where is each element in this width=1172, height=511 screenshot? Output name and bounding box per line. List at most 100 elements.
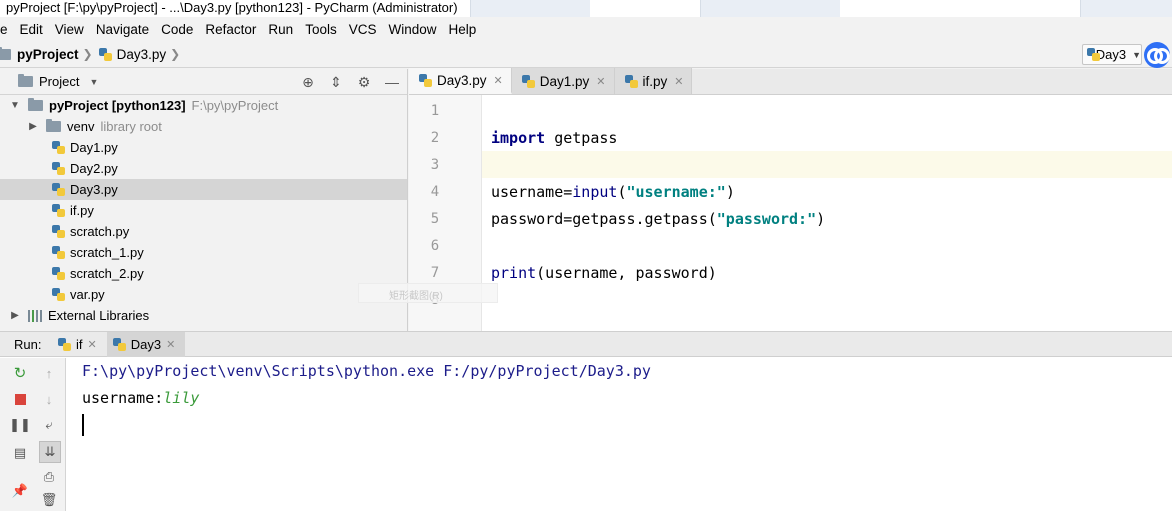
code-text: (username, password)	[536, 264, 717, 282]
close-icon[interactable]: ✕	[88, 338, 97, 351]
run-tab-day3[interactable]: Day3 ✕	[106, 331, 186, 357]
project-tree: ▼ pyProject [python123] F:\py\pyProject …	[0, 95, 407, 326]
close-icon[interactable]: ✕	[674, 75, 683, 88]
python-file-icon	[52, 246, 65, 259]
file-name: Day1.py	[70, 140, 118, 155]
line-number: 3	[430, 157, 440, 173]
root-path: F:\py\pyProject	[191, 98, 279, 113]
breadcrumb-file[interactable]: Day3.py	[117, 47, 167, 62]
chevron-right-icon: ❯	[170, 47, 181, 61]
python-file-icon	[419, 73, 432, 87]
run-configuration-name: Day3	[1095, 47, 1127, 62]
file-name: scratch_2.py	[70, 266, 144, 281]
menu-refactor[interactable]: Refactor	[200, 22, 263, 37]
breadcrumb-project[interactable]: pyProject	[17, 47, 79, 62]
print-icon[interactable]: ⎙	[41, 469, 57, 485]
tree-file-selected[interactable]: Day3.py	[0, 179, 407, 200]
gear-icon[interactable]: ⚙	[355, 73, 373, 91]
tree-root[interactable]: ▼ pyProject [python123] F:\py\pyProject	[0, 95, 407, 116]
tab-day1[interactable]: Day1.py ✕	[511, 68, 615, 94]
tree-file[interactable]: scratch_1.py	[0, 242, 407, 263]
chevron-right-icon[interactable]: ▶	[8, 310, 22, 321]
tab-if[interactable]: if.py ✕	[614, 68, 693, 94]
code-area[interactable]: 1 2 3 4 5 6 7 8 import getpass username=…	[409, 95, 1172, 331]
menu-bar: le Edit View Navigate Code Refactor Run …	[0, 17, 1172, 41]
rerun-icon[interactable]: ↻	[12, 365, 28, 382]
trash-icon[interactable]: 🗑	[41, 492, 58, 508]
arrow-down-icon[interactable]: ↓	[41, 391, 57, 407]
code-text: )	[725, 183, 735, 201]
run-configuration-select[interactable]: Day3 ▼	[1082, 44, 1142, 65]
dropdown-arrow-icon[interactable]: ▼	[89, 77, 98, 87]
python-file-icon	[112, 337, 126, 351]
menu-code[interactable]: Code	[156, 22, 200, 37]
close-icon[interactable]: ✕	[596, 75, 605, 88]
tree-file[interactable]: scratch_2.py	[0, 263, 407, 284]
line-number: 4	[430, 184, 440, 200]
console-output[interactable]: F:\py\pyProject\venv\Scripts\python.exe …	[82, 358, 651, 436]
editor-panel: Day3.py ✕ Day1.py ✕ if.py ✕ 1 2 3 4 5 6 …	[409, 68, 1172, 331]
pin-icon[interactable]: 📌	[12, 483, 28, 499]
stop-icon[interactable]	[12, 391, 28, 407]
project-panel-title[interactable]: Project	[39, 74, 79, 89]
python-file-icon	[52, 183, 65, 196]
tab-day3[interactable]: Day3.py ✕	[409, 68, 512, 94]
python-file-icon	[521, 74, 535, 88]
menu-help[interactable]: Help	[443, 22, 483, 37]
string-literal: "username:"	[626, 183, 726, 201]
run-tab-if[interactable]: if ✕	[52, 332, 107, 357]
tab-label: if.py	[642, 73, 668, 89]
locate-icon[interactable]: ⊕	[299, 73, 317, 91]
arrow-up-icon[interactable]: ↑	[41, 365, 57, 381]
code-text: getpass	[545, 129, 618, 147]
menu-file[interactable]: le	[0, 22, 15, 37]
library-icon	[28, 309, 42, 322]
menu-navigate[interactable]: Navigate	[91, 22, 156, 37]
console-command: F:\py\pyProject\venv\Scripts\python.exe …	[82, 362, 651, 380]
cloud-icon[interactable]	[1144, 42, 1170, 68]
menu-window[interactable]: Window	[383, 22, 443, 37]
tree-item-venv[interactable]: ▶ venv library root	[0, 116, 407, 137]
tree-file[interactable]: Day2.py	[0, 158, 407, 179]
python-file-icon	[52, 225, 65, 238]
file-name: Day2.py	[70, 161, 118, 176]
code-line-5: password=getpass.getpass("password:")	[491, 210, 825, 228]
string-literal: "password:"	[716, 210, 817, 228]
venv-note: library root	[100, 119, 162, 134]
tree-file[interactable]: scratch.py	[0, 221, 407, 242]
console-prompt: username:	[82, 389, 164, 407]
code-line-7: print(username, password)	[491, 264, 717, 282]
code-text: username=	[491, 183, 573, 201]
close-icon[interactable]: ✕	[166, 338, 175, 351]
menu-tools[interactable]: Tools	[300, 22, 344, 37]
scroll-to-end-icon[interactable]: ⇊	[39, 441, 61, 463]
soft-wrap-icon[interactable]: ⤶	[41, 417, 57, 433]
tab-label: Day3.py	[437, 72, 487, 88]
navigation-bar: pyProject ❯ Day3.py ❯ Day3 ▼	[0, 41, 1172, 68]
python-file-icon	[52, 288, 65, 301]
window-title: pyProject [F:\py\pyProject] - ...\Day3.p…	[6, 0, 458, 15]
menu-vcs[interactable]: VCS	[344, 22, 384, 37]
tree-file[interactable]: var.py	[0, 284, 407, 305]
menu-view[interactable]: View	[50, 22, 91, 37]
python-file-icon	[52, 162, 65, 175]
layout-icon[interactable]: ▤	[12, 445, 28, 461]
background-tab	[1080, 0, 1172, 17]
collapse-all-icon[interactable]: ⇕	[327, 73, 345, 91]
run-tab-label: Day3	[130, 336, 162, 352]
menu-run[interactable]: Run	[263, 22, 300, 37]
chevron-right-icon[interactable]: ▶	[26, 121, 40, 132]
chevron-down-icon[interactable]: ▼	[8, 100, 22, 111]
tree-file[interactable]: Day1.py	[0, 137, 407, 158]
pause-icon[interactable]: ❚❚	[9, 417, 31, 433]
screenshot-popup: 矩形截图(R)	[358, 283, 498, 303]
tree-file[interactable]: if.py	[0, 200, 407, 221]
close-icon[interactable]: ✕	[494, 74, 503, 87]
popup-text: 矩形截图(R)	[389, 291, 443, 302]
hide-icon[interactable]: —	[383, 73, 401, 91]
tree-item-external-libraries[interactable]: ▶ External Libraries	[0, 305, 407, 326]
python-file-icon	[98, 47, 112, 61]
console-input-line: username:lily	[82, 385, 651, 412]
tab-label: Day1.py	[539, 73, 590, 89]
menu-edit[interactable]: Edit	[15, 22, 50, 37]
